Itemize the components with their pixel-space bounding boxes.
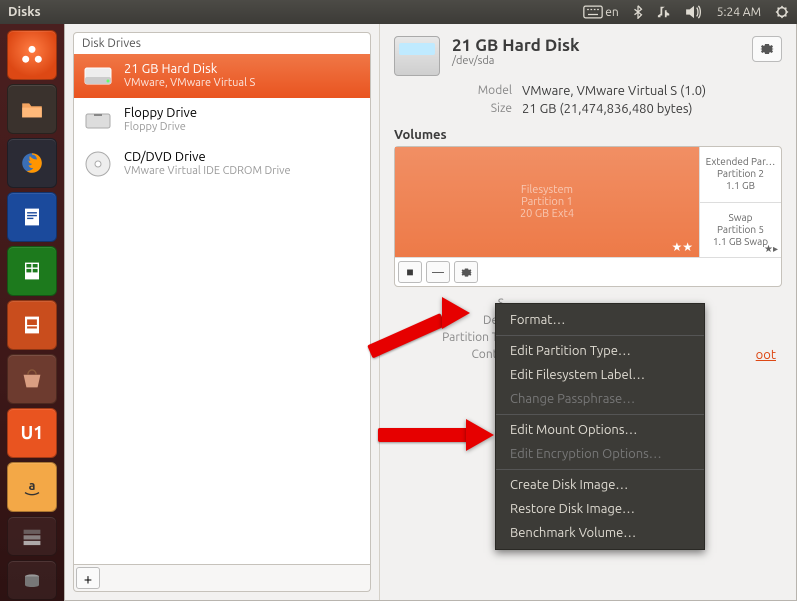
cd-icon [82, 148, 114, 180]
remove-button[interactable]: — [426, 261, 450, 283]
stop-button[interactable]: ■ [398, 261, 422, 283]
network-indicator[interactable] [657, 5, 671, 19]
unity-launcher: U1 a [0, 24, 64, 601]
clock-indicator[interactable]: 5:24 AM [717, 6, 761, 19]
volumes-heading: Volumes [394, 128, 782, 142]
amazon-launcher[interactable]: a [7, 462, 57, 512]
files-launcher[interactable] [7, 84, 57, 134]
svg-text:a: a [29, 479, 36, 493]
size-value: 21 GB (21,474,836,480 bytes) [522, 102, 782, 116]
drives-toolbar: + [73, 565, 371, 592]
size-label: Size [452, 102, 512, 116]
drive-item-floppy[interactable]: Floppy Drive Floppy Drive [74, 98, 370, 142]
volume-gear-button[interactable] [454, 261, 478, 283]
disk-title: 21 GB Hard Disk [452, 36, 580, 55]
volume-context-menu: Format… Edit Partition Type… Edit Filesy… [495, 303, 705, 550]
drives-header: Disk Drives [74, 33, 370, 54]
drive-sub: Floppy Drive [124, 121, 197, 134]
drives-pane: Disk Drives 21 GB Hard Disk VMware, VMwa… [65, 24, 380, 600]
hdd-icon [82, 60, 114, 92]
app-title: Disks [8, 5, 583, 19]
drive-title: CD/DVD Drive [124, 150, 291, 166]
model-label: Model [452, 84, 512, 98]
bluetooth-indicator[interactable] [633, 5, 643, 19]
menu-edit-fs-label[interactable]: Edit Filesystem Label… [496, 363, 704, 387]
sound-indicator[interactable] [685, 5, 703, 19]
model-value: VMware, VMware Virtual S (1.0) [522, 84, 782, 98]
disk-path: /dev/sda [452, 55, 580, 67]
partition-extended[interactable]: Extended Par… Partition 2 1.1 GB [700, 147, 781, 202]
drive-title: Floppy Drive [124, 106, 197, 122]
menu-create-disk-image[interactable]: Create Disk Image… [496, 473, 704, 497]
partition-swap[interactable]: Swap Partition 5 1.1 GB Swap ★▸ [700, 202, 781, 258]
floppy-icon [82, 104, 114, 136]
menu-change-passphrase: Change Passphrase… [496, 387, 704, 411]
running-apps-stack[interactable] [7, 516, 57, 556]
drive-settings-button[interactable] [752, 36, 782, 62]
software-center-launcher[interactable] [7, 354, 57, 404]
drive-sub: VMware Virtual IDE CDROM Drive [124, 165, 291, 178]
menu-separator [496, 414, 704, 415]
star-icon: ★▸ [764, 243, 778, 255]
volumes-box: Filesystem Partition 1 20 GB Ext4 ★★ Ext… [394, 146, 782, 287]
mount-point-link[interactable]: oot [756, 348, 776, 362]
drive-sub: VMware, VMware Virtual S [124, 77, 255, 90]
drive-title: 21 GB Hard Disk [124, 62, 255, 78]
partition-main[interactable]: Filesystem Partition 1 20 GB Ext4 ★★ [395, 147, 699, 257]
volume-toolbar: ■ — [395, 257, 781, 286]
dash-button[interactable] [7, 30, 57, 80]
top-menubar: Disks en 5:24 AM [0, 0, 797, 24]
menu-separator [496, 469, 704, 470]
menu-format[interactable]: Format… [496, 308, 704, 332]
star-icon: ★★ [671, 240, 693, 254]
menu-edit-mount-options[interactable]: Edit Mount Options… [496, 418, 704, 442]
drives-list: Disk Drives 21 GB Hard Disk VMware, VMwa… [73, 32, 371, 565]
disk-icon [394, 36, 440, 76]
menu-restore-disk-image[interactable]: Restore Disk Image… [496, 497, 704, 521]
drive-item-hdd[interactable]: 21 GB Hard Disk VMware, VMware Virtual S [74, 54, 370, 98]
menu-benchmark[interactable]: Benchmark Volume… [496, 521, 704, 545]
calc-launcher[interactable] [7, 246, 57, 296]
trash-launcher[interactable] [7, 560, 57, 600]
add-drive-button[interactable]: + [76, 567, 100, 589]
menu-edit-partition-type[interactable]: Edit Partition Type… [496, 339, 704, 363]
session-indicator[interactable] [775, 5, 789, 19]
keyboard-indicator[interactable]: en [583, 5, 619, 19]
menu-separator [496, 335, 704, 336]
drive-item-cd[interactable]: CD/DVD Drive VMware Virtual IDE CDROM Dr… [74, 142, 370, 186]
firefox-launcher[interactable] [7, 138, 57, 188]
writer-launcher[interactable] [7, 192, 57, 242]
indicator-tray: en 5:24 AM [583, 5, 789, 19]
partition-map[interactable]: Filesystem Partition 1 20 GB Ext4 ★★ Ext… [395, 147, 781, 257]
menu-edit-encryption: Edit Encryption Options… [496, 442, 704, 466]
impress-launcher[interactable] [7, 300, 57, 350]
ubuntu-one-launcher[interactable]: U1 [7, 408, 57, 458]
